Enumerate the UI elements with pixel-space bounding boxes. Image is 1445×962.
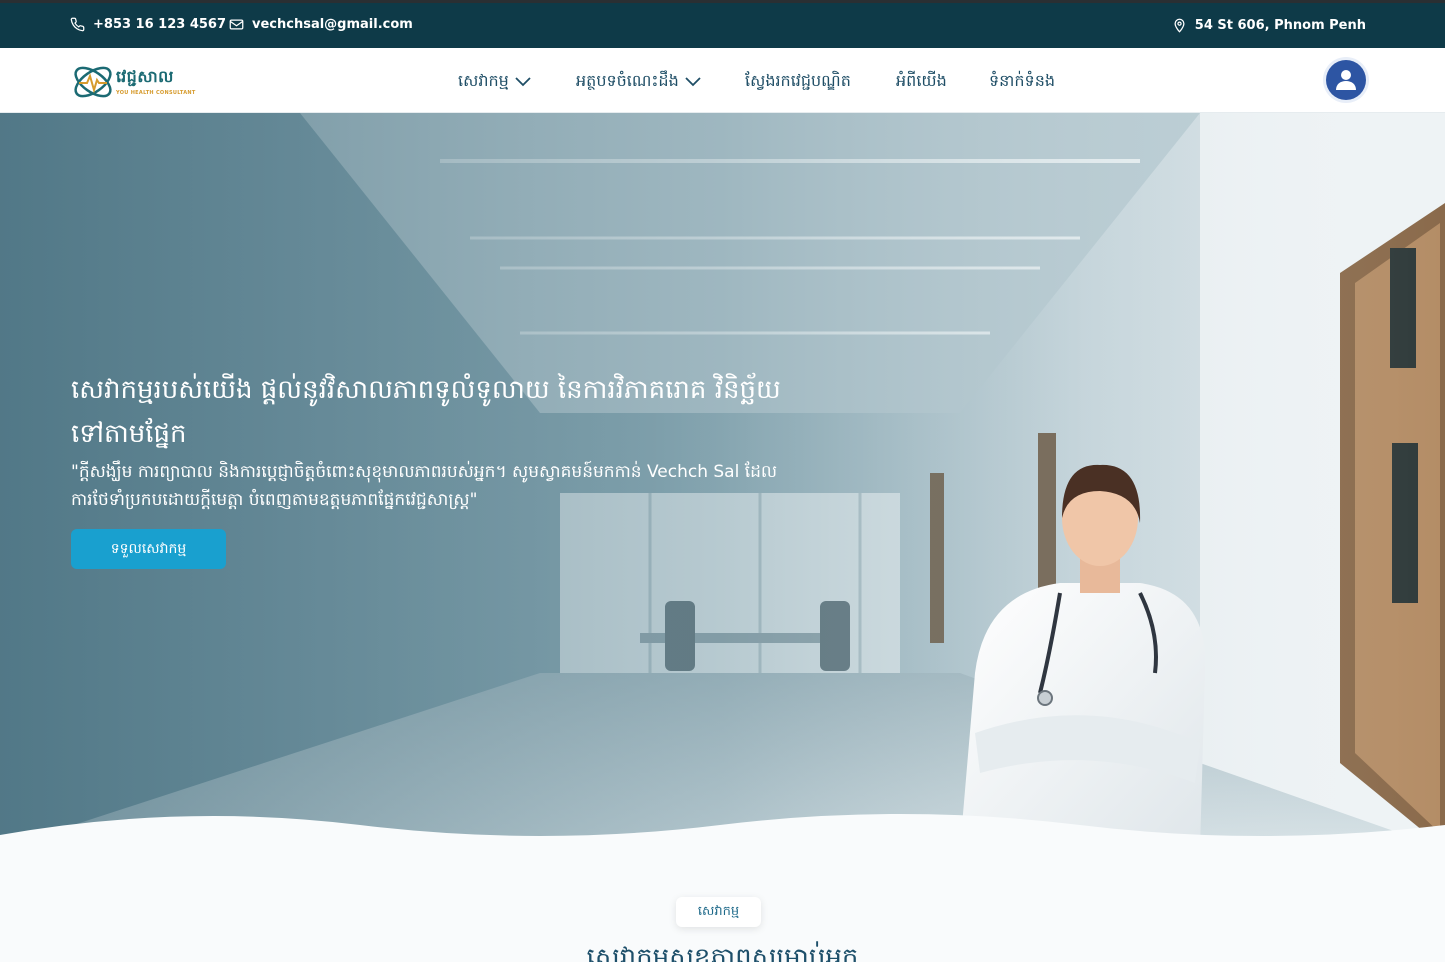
nav-item-label: អត្ថបទចំណេះដឹង (576, 71, 679, 90)
services-badge: សេវាកម្ម (676, 897, 761, 927)
nav-item-find-doctor[interactable]: ស្វែងរកវេជ្ជបណ្ឌិត (745, 70, 851, 94)
nav-item-about[interactable]: អំពីយើង (896, 70, 947, 94)
phone-text: +853 16 123 4567 (93, 17, 227, 32)
email-contact[interactable]: vechchsal@gmail.com (229, 17, 413, 32)
services-title: សេវាកម្មសុខភាពសម្រាប់អ្នក (586, 943, 859, 962)
email-text: vechchsal@gmail.com (252, 17, 413, 32)
mail-icon (229, 19, 244, 30)
address-text: 54 St 606, Phnom Penh (1194, 18, 1366, 33)
get-service-button[interactable]: ទទួលសេវាកម្ម (71, 529, 226, 569)
location-pin-icon (1174, 18, 1185, 33)
hero-title: សេវាកម្មរបស់យើង ផ្តល់នូវវិសាលភាពទូលំទូលា… (71, 375, 781, 449)
user-icon (1336, 70, 1356, 90)
hero-banner: សេវាកម្មរបស់យើង ផ្តល់នូវវិសាលភាពទូលំទូលា… (0, 113, 1445, 849)
hero-subtitle: "ក្តីសង្ឃឹម ការព្យាបាល និងការប្តេជ្ញាចិត… (71, 462, 778, 510)
chevron-down-icon (685, 77, 701, 87)
main-navbar: វេជ្ជសាល YOU HEALTH CONSULTANT សេវាកម្ម … (0, 48, 1445, 113)
services-section: សេវាកម្ម សេវាកម្មសុខភាពសម្រាប់អ្នក (0, 849, 1445, 962)
nav-item-label: ស្វែងរកវេជ្ជបណ្ឌិត (745, 71, 851, 90)
top-contact-bar: +853 16 123 4567 vechchsal@gmail.com 54 … (0, 0, 1445, 48)
nav-item-services[interactable]: សេវាកម្ម (458, 70, 531, 94)
nav-item-label: ទំនាក់ទំនង (989, 71, 1056, 90)
nav-menu: សេវាកម្ម អត្ថបទចំណេះដឹង ស្វែងរកវេជ្ជបណ្ឌ… (0, 70, 1445, 92)
nav-item-articles[interactable]: អត្ថបទចំណេះដឹង (576, 70, 701, 94)
nav-item-label: អំពីយើង (896, 71, 947, 90)
nav-item-contact[interactable]: ទំនាក់ទំនង (989, 70, 1055, 94)
nav-item-label: សេវាកម្ម (458, 71, 509, 90)
phone-contact[interactable]: +853 16 123 4567 (70, 17, 226, 32)
phone-icon (70, 17, 85, 32)
chevron-down-icon (515, 77, 531, 87)
address-contact[interactable]: 54 St 606, Phnom Penh (1172, 17, 1366, 34)
user-account-button[interactable] (1326, 60, 1366, 100)
